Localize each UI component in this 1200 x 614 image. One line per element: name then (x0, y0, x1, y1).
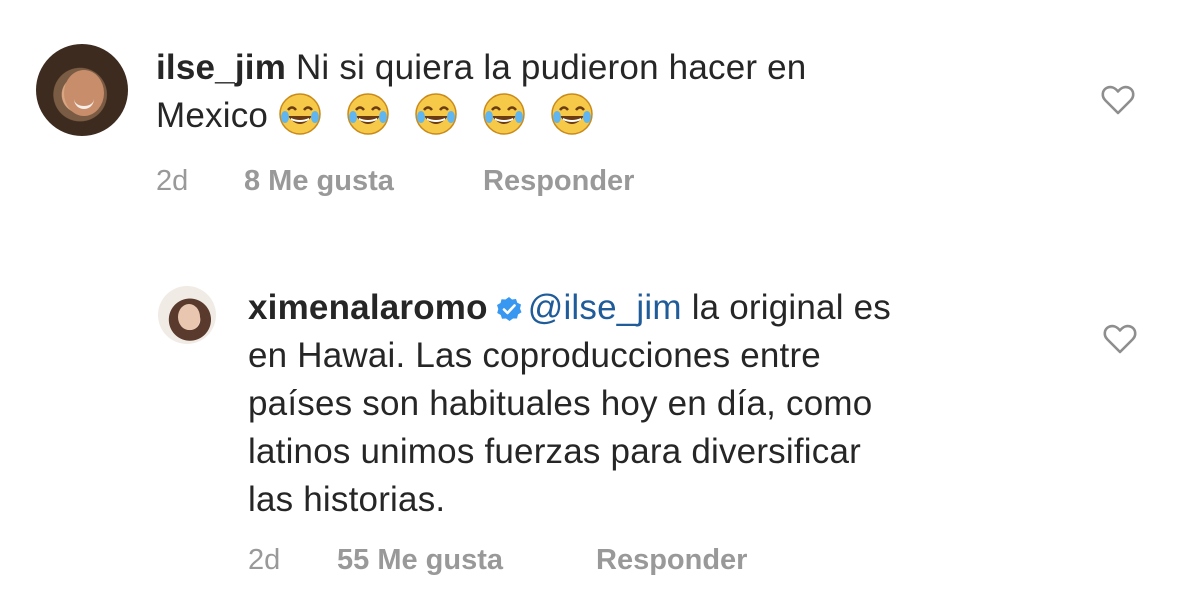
laughing-crying-emoji-icon (279, 93, 321, 135)
avatar[interactable] (36, 44, 128, 136)
avatar-face (178, 304, 200, 330)
verified-badge-icon (496, 297, 522, 321)
comment-text-line1: Ni si quiera la pudieron hacer en (295, 48, 807, 87)
laughing-crying-emoji-icon (483, 93, 525, 135)
mention-link[interactable]: @ilse_jim (528, 288, 682, 327)
avatar[interactable] (158, 286, 216, 344)
laughing-crying-emoji-icon (415, 93, 457, 135)
reply-button[interactable]: Responder (596, 544, 747, 577)
username[interactable]: ximenalaromo (248, 288, 488, 327)
emoji-group (278, 93, 608, 135)
avatar-face (64, 70, 104, 116)
heart-icon[interactable] (1100, 84, 1136, 116)
comment-time: 2d (156, 165, 189, 197)
comment-text-line3: países son habituales hoy en día, como (248, 384, 873, 423)
comment-text: ximenalaromo @ilse_jim la original es en… (248, 284, 1048, 524)
username[interactable]: ilse_jim (156, 48, 286, 87)
comment-text: ilse_jim Ni si quiera la pudieron hacer … (156, 44, 1016, 140)
likes-link[interactable]: 8 Me gusta (244, 165, 394, 198)
comment-text-line2: en Hawai. Las coproducciones entre (248, 336, 821, 375)
laughing-crying-emoji-icon (551, 93, 593, 135)
heart-icon[interactable] (1102, 323, 1138, 355)
comment-text-line2: Mexico (156, 96, 269, 135)
reply-button[interactable]: Responder (483, 165, 634, 198)
comment-text-line5: las historias. (248, 480, 446, 519)
comment-text-line1: la original es (691, 288, 891, 327)
comment-text-line4: latinos unimos fuerzas para diversificar (248, 432, 861, 471)
laughing-crying-emoji-icon (347, 93, 389, 135)
comment-time: 2d (248, 544, 281, 576)
likes-link[interactable]: 55 Me gusta (337, 544, 503, 577)
